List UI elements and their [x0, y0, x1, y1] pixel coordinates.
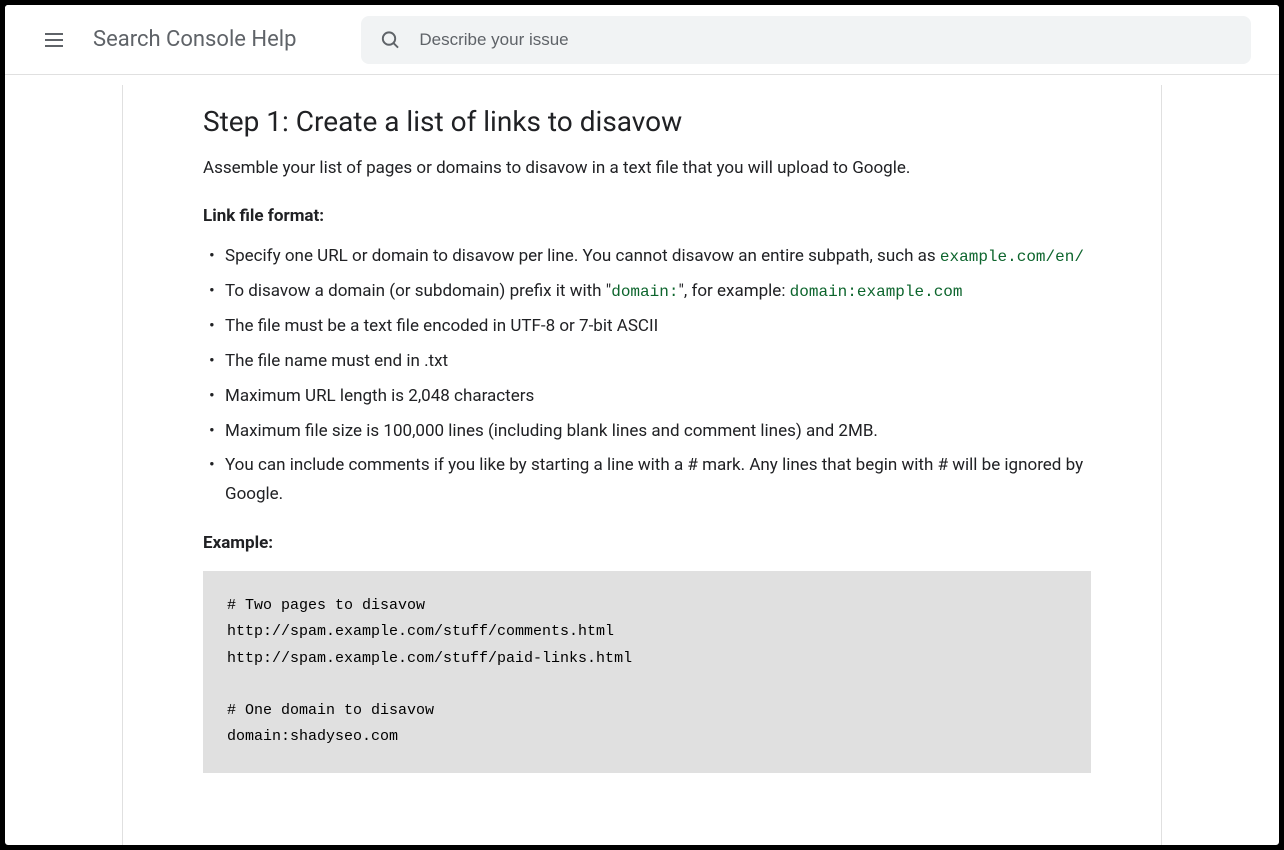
example-heading: Example:: [203, 533, 1091, 553]
search-icon: [379, 28, 402, 52]
search-box[interactable]: [361, 16, 1251, 64]
article-heading: Step 1: Create a list of links to disavo…: [203, 105, 1091, 138]
inline-code: example.com/en/: [940, 248, 1084, 266]
example-code-block: # Two pages to disavow http://spam.examp…: [203, 571, 1091, 773]
format-heading: Link file format:: [203, 206, 1091, 226]
list-item: Maximum file size is 100,000 lines (incl…: [203, 417, 1091, 446]
search-input[interactable]: [419, 30, 1232, 50]
list-item: To disavow a domain (or subdomain) prefi…: [203, 277, 1091, 306]
hamburger-menu-icon[interactable]: [45, 28, 69, 52]
header: Search Console Help: [5, 5, 1279, 75]
list-item: You can include comments if you like by …: [203, 451, 1091, 509]
list-item: Maximum URL length is 2,048 characters: [203, 382, 1091, 411]
format-list: Specify one URL or domain to disavow per…: [203, 242, 1091, 510]
list-item: The file must be a text file encoded in …: [203, 312, 1091, 341]
inline-code: domain:: [611, 283, 678, 301]
article-intro: Assemble your list of pages or domains t…: [203, 156, 1091, 182]
page-title: Search Console Help: [93, 27, 297, 52]
list-item: The file name must end in .txt: [203, 347, 1091, 376]
inline-code: domain:example.com: [790, 283, 963, 301]
article: Step 1: Create a list of links to disavo…: [122, 85, 1162, 845]
list-item: Specify one URL or domain to disavow per…: [203, 242, 1091, 271]
